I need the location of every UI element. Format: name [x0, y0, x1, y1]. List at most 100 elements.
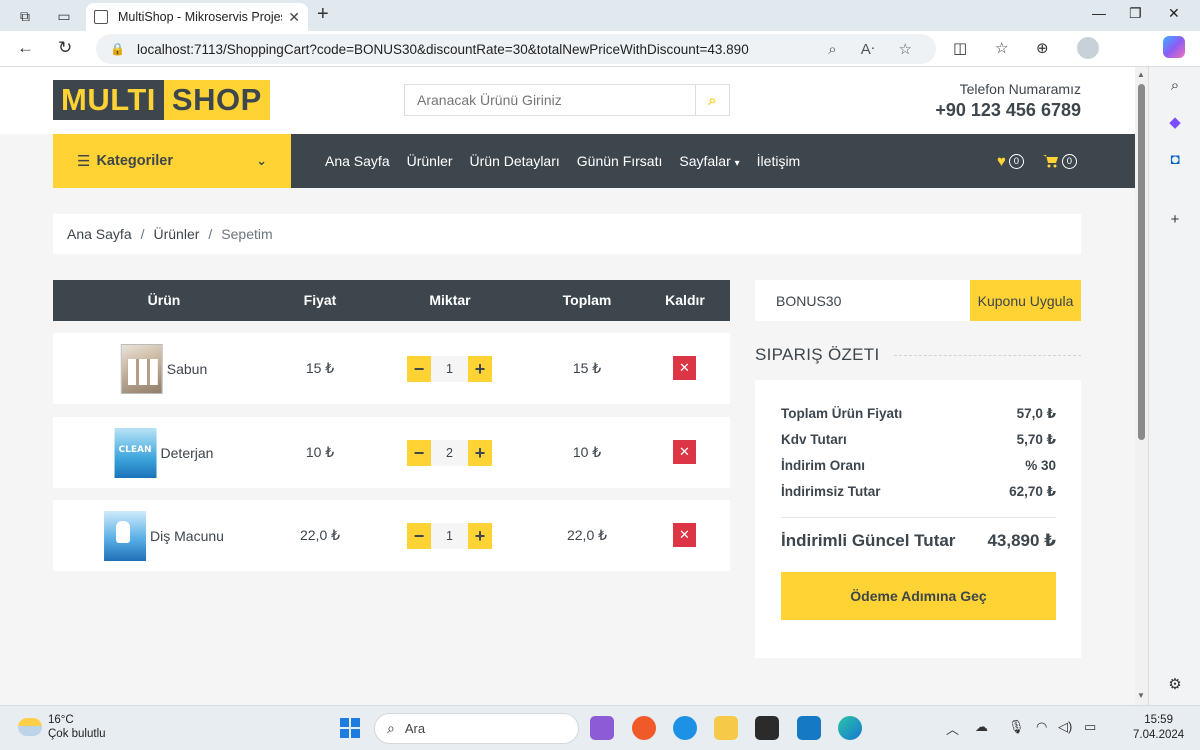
start-button[interactable]: [340, 718, 360, 738]
back-icon[interactable]: ←: [17, 38, 34, 58]
remove-item-button[interactable]: ✕: [673, 523, 696, 547]
site-info-icon[interactable]: 🔒: [110, 42, 125, 56]
nav-link-home[interactable]: Ana Sayfa: [325, 153, 390, 169]
coupon-form: Kuponu Uygula: [755, 280, 1081, 321]
scrollbar-thumb[interactable]: [1138, 84, 1145, 440]
search-icon[interactable]: ⌕: [1165, 77, 1185, 97]
refresh-icon[interactable]: ↻: [58, 38, 72, 58]
title-divider: [893, 354, 1081, 356]
product-name: Sabun: [166, 360, 208, 377]
taskbar-clock[interactable]: 15:59 7.04.2024: [1133, 713, 1184, 743]
scroll-down-icon[interactable]: ▼: [1137, 691, 1145, 700]
close-tab-icon[interactable]: ✕: [288, 9, 300, 26]
zoom-icon[interactable]: ⌕: [828, 41, 836, 58]
battery-icon[interactable]: ▭: [1084, 719, 1096, 735]
column-header-price: Fiyat: [303, 292, 337, 308]
onedrive-icon[interactable]: ☁: [975, 719, 988, 735]
product-image: [114, 427, 157, 478]
browser-tab[interactable]: MultiShop - Mikroservis Projesi ✕: [86, 3, 308, 31]
product-total: 10 ₺: [572, 444, 602, 460]
shopping-icon[interactable]: ◆: [1165, 113, 1185, 133]
postman-icon[interactable]: [632, 716, 656, 740]
tab-actions-icon[interactable]: ▭: [54, 6, 74, 26]
new-tab-icon[interactable]: +: [317, 4, 329, 24]
wishlist-button[interactable]: ♥ 0: [997, 153, 1024, 170]
remote-desktop-icon[interactable]: [797, 716, 821, 740]
logo-multi: MULTI: [53, 80, 164, 120]
increase-quantity-button[interactable]: +: [468, 523, 492, 549]
copilot-icon[interactable]: [1163, 36, 1185, 58]
search-icon[interactable]: ⌕: [695, 85, 729, 115]
profile-avatar[interactable]: [1077, 37, 1099, 59]
nav-link-product-details[interactable]: Ürün Detayları: [470, 153, 560, 169]
nav-link-deal-of-day[interactable]: Günün Fırsatı: [577, 153, 663, 169]
wishlist-count: 0: [1008, 153, 1024, 169]
weather-cloud-icon: [18, 718, 42, 736]
quantity-value[interactable]: 1: [431, 356, 468, 382]
workspaces-icon[interactable]: ⧉: [15, 6, 35, 26]
taskbar-search[interactable]: ⌕ Ara: [374, 713, 579, 744]
categories-dropdown[interactable]: ☰ Kategoriler ⌄: [53, 134, 291, 188]
address-bar[interactable]: 🔒 localhost:7113/ShoppingCart?code=BONUS…: [96, 34, 936, 64]
heart-icon: ♥: [997, 152, 1006, 170]
add-app-icon[interactable]: +: [1165, 211, 1185, 231]
split-screen-icon[interactable]: ◫: [953, 39, 967, 57]
column-header-product: Ürün: [147, 292, 181, 308]
main-navbar: ☰ Kategoriler ⌄ Ana Sayfa Ürünler Ürün D…: [53, 134, 1135, 188]
quantity-value[interactable]: 1: [431, 523, 468, 549]
checkout-button[interactable]: Ödeme Adımına Geç: [781, 572, 1056, 620]
column-header-remove: Kaldır: [665, 292, 705, 308]
terminal-icon[interactable]: [755, 716, 779, 740]
product-price: 10 ₺: [305, 444, 335, 460]
breadcrumb-products[interactable]: Ürünler: [154, 226, 200, 242]
product-price: 15 ₺: [305, 360, 335, 376]
search-input[interactable]: [405, 85, 695, 115]
increase-quantity-button[interactable]: +: [468, 440, 492, 466]
product-cell: Deterjan: [114, 417, 213, 488]
nav-link-products[interactable]: Ürünler: [407, 153, 453, 169]
increase-quantity-button[interactable]: +: [468, 356, 492, 382]
collections-icon[interactable]: ⊕: [1036, 39, 1049, 57]
remove-item-button[interactable]: ✕: [673, 440, 696, 464]
summary-line: İndirim Oranı % 30: [781, 458, 1056, 473]
breadcrumb-home[interactable]: Ana Sayfa: [67, 226, 132, 242]
cart-button[interactable]: 0: [1042, 153, 1077, 169]
temperature: 16°C: [48, 714, 74, 726]
summary-value: 62,70 ₺: [1009, 484, 1056, 499]
page-scrollbar[interactable]: ▲ ▼: [1135, 67, 1148, 705]
address-toolbar: ← ↻ 🔒 localhost:7113/ShoppingCart?code=B…: [0, 31, 1200, 67]
edge-browser-icon[interactable]: [838, 716, 862, 740]
read-aloud-icon[interactable]: Aᐧ: [861, 40, 875, 58]
decrease-quantity-button[interactable]: −: [407, 440, 431, 466]
product-cell: Diş Macunu: [104, 500, 224, 571]
nav-link-pages[interactable]: Sayfalar ▾: [679, 153, 739, 169]
browser-sidebar: ⌕ ◆ ◘ + ⚙: [1148, 67, 1200, 705]
favorites-icon[interactable]: ☆: [995, 39, 1008, 57]
apply-coupon-button[interactable]: Kuponu Uygula: [970, 280, 1081, 321]
scroll-up-icon[interactable]: ▲: [1137, 70, 1145, 79]
coupon-code-input[interactable]: [755, 280, 970, 321]
restore-icon[interactable]: ❐: [1129, 5, 1142, 22]
microphone-icon[interactable]: 🎙: [1008, 719, 1025, 735]
tray-overflow-icon[interactable]: ︿: [946, 719, 959, 738]
visual-studio-icon[interactable]: [590, 716, 614, 740]
decrease-quantity-button[interactable]: −: [407, 523, 431, 549]
weather-widget[interactable]: 16°C Çok bulutlu: [18, 713, 106, 741]
close-window-icon[interactable]: ✕: [1168, 5, 1180, 22]
file-explorer-icon[interactable]: [714, 716, 738, 740]
remove-item-button[interactable]: ✕: [673, 356, 696, 380]
docker-icon[interactable]: [673, 716, 697, 740]
favorite-star-icon[interactable]: ☆: [899, 40, 912, 58]
outlook-icon[interactable]: ◘: [1165, 151, 1185, 171]
volume-icon[interactable]: ◁): [1058, 719, 1072, 735]
quantity-stepper: − 1 +: [407, 356, 492, 382]
url-text[interactable]: localhost:7113/ShoppingCart?code=BONUS30…: [137, 42, 828, 57]
site-logo[interactable]: MULTI SHOP: [53, 80, 270, 120]
decrease-quantity-button[interactable]: −: [407, 356, 431, 382]
wifi-icon[interactable]: ◠: [1036, 719, 1047, 735]
nav-link-contact[interactable]: İletişim: [757, 153, 801, 169]
sidebar-settings-icon[interactable]: ⚙: [1165, 675, 1185, 695]
clock-time: 15:59: [1144, 714, 1173, 726]
minimize-icon[interactable]: —: [1092, 5, 1106, 21]
quantity-value[interactable]: 2: [431, 440, 468, 466]
